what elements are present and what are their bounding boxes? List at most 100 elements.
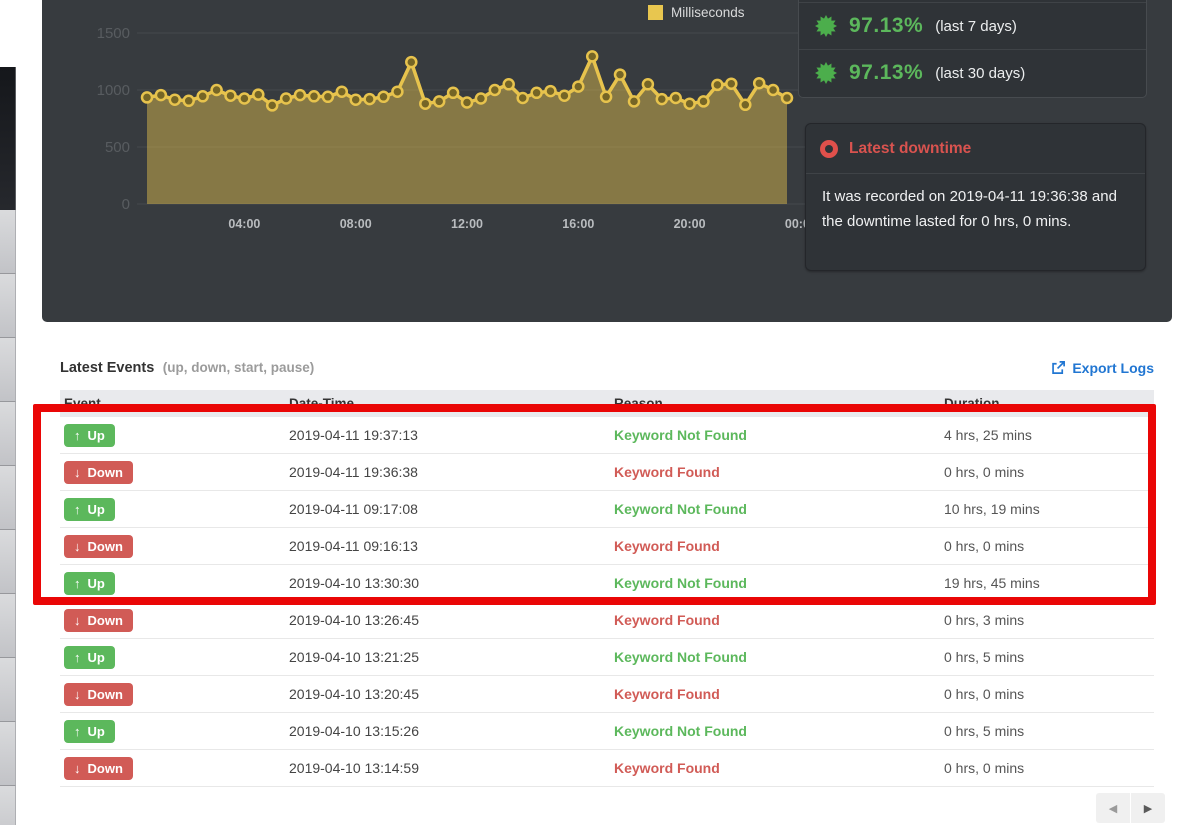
event-duration: 0 hrs, 0 mins	[940, 538, 1154, 554]
svg-text:16:00: 16:00	[562, 217, 594, 231]
uptime-label-7d: (last 7 days)	[935, 18, 1017, 35]
svg-text:0: 0	[122, 196, 130, 213]
event-status-badge[interactable]: ↑ Up	[64, 646, 115, 669]
event-datetime: 2019-04-10 13:26:45	[285, 612, 610, 628]
svg-text:500: 500	[105, 139, 130, 156]
table-row: ↓ Down 2019-04-11 09:16:13 Keyword Found…	[60, 528, 1154, 565]
event-duration: 0 hrs, 5 mins	[940, 649, 1154, 665]
export-logs-link[interactable]: Export Logs	[1051, 360, 1154, 376]
uptime-label-30d: (last 30 days)	[935, 65, 1025, 82]
event-reason: Keyword Not Found	[610, 501, 940, 517]
sidebar-item[interactable]	[0, 786, 16, 825]
sidebar-item[interactable]	[0, 594, 16, 658]
event-badge-label: Up	[88, 502, 105, 517]
event-arrow-icon: ↑	[74, 502, 81, 517]
table-row: ↓ Down 2019-04-10 13:26:45 Keyword Found…	[60, 602, 1154, 639]
event-duration: 0 hrs, 3 mins	[940, 612, 1154, 628]
event-badge-label: Down	[88, 687, 123, 702]
sidebar-item[interactable]	[0, 210, 16, 274]
event-datetime: 2019-04-10 13:20:45	[285, 686, 610, 702]
event-duration: 19 hrs, 45 mins	[940, 575, 1154, 591]
event-status-badge[interactable]: ↓ Down	[64, 535, 133, 558]
legend-swatch-milliseconds-icon	[648, 5, 663, 20]
event-duration: 10 hrs, 19 mins	[940, 501, 1154, 517]
event-badge-label: Up	[88, 576, 105, 591]
uptime-burst-icon	[815, 15, 837, 37]
monitor-panel: 05001000150004:0008:0012:0016:0020:0000:…	[42, 0, 1172, 322]
event-datetime: 2019-04-10 13:15:26	[285, 723, 610, 739]
latest-events-section: Latest Events (up, down, start, pause) E…	[42, 340, 1172, 823]
event-badge-label: Up	[88, 724, 105, 739]
export-logs-label: Export Logs	[1072, 360, 1154, 376]
event-status-badge[interactable]: ↓ Down	[64, 757, 133, 780]
sidebar-item[interactable]	[0, 466, 16, 530]
events-table-body: ↑ Up 2019-04-11 19:37:13 Keyword Not Fou…	[60, 417, 1154, 787]
latest-downtime-card: Latest downtime It was recorded on 2019-…	[805, 123, 1146, 271]
sidebar-item[interactable]	[0, 722, 16, 786]
sidebar-item[interactable]	[0, 530, 16, 594]
uptime-row-30-days: 97.13% (last 30 days)	[799, 49, 1146, 96]
table-row: ↓ Down 2019-04-10 13:14:59 Keyword Found…	[60, 750, 1154, 787]
event-badge-label: Down	[88, 613, 123, 628]
table-row: ↓ Down 2019-04-10 13:20:45 Keyword Found…	[60, 676, 1154, 713]
event-reason: Keyword Found	[610, 760, 940, 776]
event-arrow-icon: ↓	[74, 761, 81, 776]
event-datetime: 2019-04-11 09:17:08	[285, 501, 610, 517]
sidebar-item[interactable]	[0, 402, 16, 466]
uptime-panel: 97.13% (last 7 days) 97.13% (last 30 day…	[798, 0, 1147, 98]
event-arrow-icon: ↓	[74, 687, 81, 702]
event-duration: 4 hrs, 25 mins	[940, 427, 1154, 443]
table-row: ↑ Up 2019-04-10 13:15:26 Keyword Not Fou…	[60, 713, 1154, 750]
event-datetime: 2019-04-11 19:37:13	[285, 427, 610, 443]
event-status-badge[interactable]: ↓ Down	[64, 461, 133, 484]
event-duration: 0 hrs, 0 mins	[940, 760, 1154, 776]
event-arrow-icon: ↑	[74, 428, 81, 443]
svg-text:1000: 1000	[97, 82, 130, 99]
latest-downtime-body: It was recorded on 2019-04-11 19:36:38 a…	[806, 174, 1145, 244]
event-status-badge[interactable]: ↑ Up	[64, 424, 115, 447]
event-badge-label: Down	[88, 761, 123, 776]
table-row: ↑ Up 2019-04-11 19:37:13 Keyword Not Fou…	[60, 417, 1154, 454]
previous-page-button[interactable]: ◀	[1096, 793, 1130, 823]
response-time-chart: 05001000150004:0008:0012:0016:0020:0000:…	[42, 0, 842, 240]
event-status-badge[interactable]: ↑ Up	[64, 498, 115, 521]
event-badge-label: Up	[88, 650, 105, 665]
uptime-row-7-days: 97.13% (last 7 days)	[799, 2, 1146, 49]
event-status-badge[interactable]: ↑ Up	[64, 572, 115, 595]
event-reason: Keyword Found	[610, 686, 940, 702]
event-status-badge[interactable]: ↓ Down	[64, 609, 133, 632]
event-badge-label: Down	[88, 539, 123, 554]
latest-events-header: Latest Events (up, down, start, pause) E…	[42, 340, 1172, 390]
uptime-value-7d: 97.13%	[849, 14, 923, 38]
event-status-badge[interactable]: ↑ Up	[64, 720, 115, 743]
column-header-event: Event	[60, 396, 285, 411]
sidebar-strip-items	[0, 210, 16, 825]
table-row: ↑ Up 2019-04-10 13:21:25 Keyword Not Fou…	[60, 639, 1154, 676]
sidebar-item[interactable]	[0, 658, 16, 722]
next-page-button[interactable]: ▶	[1131, 793, 1165, 823]
event-arrow-icon: ↓	[74, 465, 81, 480]
sidebar-item[interactable]	[0, 338, 16, 402]
event-reason: Keyword Not Found	[610, 427, 940, 443]
chart-legend: Milliseconds	[648, 5, 745, 20]
sidebar-fragment	[0, 0, 16, 825]
event-arrow-icon: ↑	[74, 724, 81, 739]
latest-events-title-group: Latest Events (up, down, start, pause)	[60, 359, 314, 377]
event-datetime: 2019-04-10 13:30:30	[285, 575, 610, 591]
event-reason: Keyword Found	[610, 538, 940, 554]
table-row: ↑ Up 2019-04-10 13:30:30 Keyword Not Fou…	[60, 565, 1154, 602]
event-reason: Keyword Not Found	[610, 575, 940, 591]
latest-downtime-title: Latest downtime	[849, 140, 971, 158]
svg-text:20:00: 20:00	[674, 217, 706, 231]
sidebar-selected-item[interactable]	[0, 67, 16, 210]
events-table: Event Date-Time Reason Duration ↑ Up 201…	[60, 390, 1154, 787]
sidebar-item[interactable]	[0, 274, 16, 338]
table-row: ↑ Up 2019-04-11 09:17:08 Keyword Not Fou…	[60, 491, 1154, 528]
event-duration: 0 hrs, 0 mins	[940, 464, 1154, 480]
uptime-burst-icon	[815, 62, 837, 84]
event-reason: Keyword Not Found	[610, 649, 940, 665]
downtime-record-icon	[820, 140, 838, 158]
event-status-badge[interactable]: ↓ Down	[64, 683, 133, 706]
event-arrow-icon: ↓	[74, 613, 81, 628]
event-datetime: 2019-04-11 19:36:38	[285, 464, 610, 480]
